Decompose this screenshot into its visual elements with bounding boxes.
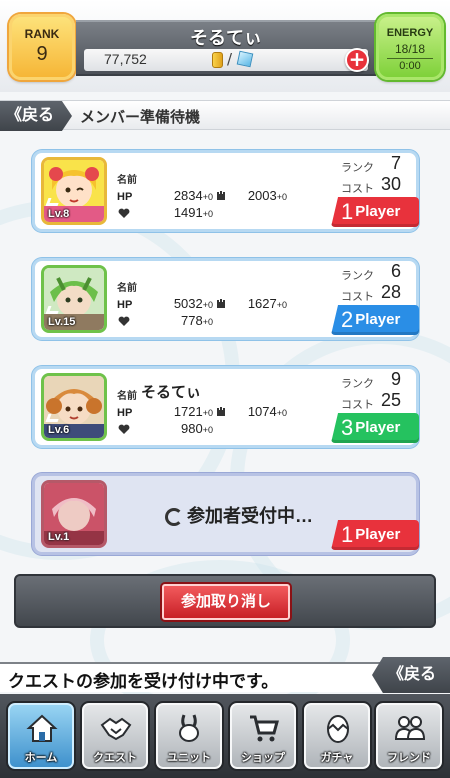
- loading-spinner-icon: [165, 508, 183, 526]
- energy-value: 18/18: [394, 42, 426, 56]
- rank-badge: RANK 9: [9, 14, 75, 80]
- rank-value: 6: [390, 261, 401, 281]
- cost-value: 30: [380, 174, 401, 194]
- energy-timer: 0:00: [387, 58, 433, 72]
- hp-label: HP: [117, 191, 133, 203]
- bottom-navigation: ホーム クエスト ユニット ショップ ガチャ フレンド: [0, 694, 450, 778]
- cost-label: コスト: [341, 291, 374, 303]
- cost-label: コスト: [341, 399, 374, 411]
- member-card-2[interactable]: Lv.15 名前 HP 5032+0 1627+0 778+0 ランク 6 コス…: [32, 258, 419, 340]
- gold-value: 77,752: [104, 51, 147, 67]
- waiting-slot-card: Lv.1 参加者受付中… 1 Player: [32, 473, 419, 555]
- handshake-icon: [100, 717, 132, 741]
- rabbit-icon: [179, 714, 199, 742]
- hp-value: 1721+0: [173, 404, 213, 419]
- title-bar: 《戻る メンバー準備待機: [0, 100, 450, 131]
- nav-friends[interactable]: フレンド: [374, 701, 444, 771]
- name-label: 名前: [117, 391, 137, 402]
- egg-icon: [327, 715, 349, 743]
- waiting-status-text: 参加者受付中…: [187, 506, 313, 526]
- speed-value: 778+0: [181, 313, 213, 328]
- name-label: 名前: [117, 283, 137, 294]
- nav-gacha[interactable]: ガチャ: [302, 701, 372, 771]
- back-button-bottom[interactable]: 《戻る: [372, 657, 450, 693]
- rank-label: RANK: [24, 27, 60, 41]
- hp-value: 5032+0: [173, 296, 213, 311]
- cart-icon: [250, 715, 279, 742]
- nav-label: ホーム: [24, 752, 58, 764]
- level-badge: Lv.6: [48, 424, 70, 436]
- page-title: メンバー準備待機: [80, 109, 201, 126]
- player-tag: 1 Player: [331, 520, 419, 550]
- avatar: Lv.6: [41, 373, 107, 441]
- cancel-panel: 参加取り消し: [14, 574, 436, 628]
- energy-label: ENERGY: [386, 27, 434, 39]
- avatar: Lv.8: [41, 157, 107, 225]
- attack-value: 1627+0: [247, 296, 287, 311]
- nav-label: フレンド: [387, 752, 431, 764]
- home-icon: [26, 714, 58, 742]
- heart-icon: [118, 208, 130, 218]
- top-status-bar: RANK 9 そるてぃ 77,752 / 1 + ENERGY 18/18 0:…: [0, 0, 450, 92]
- status-message: クエストの参加を受け付け中です。: [8, 672, 279, 691]
- nav-quest[interactable]: クエスト: [80, 701, 150, 771]
- back-button-top[interactable]: 《戻る: [0, 101, 72, 131]
- avatar: Lv.15: [41, 265, 107, 333]
- player-tag: 2 Player: [331, 305, 419, 335]
- attack-value: 1074+0: [247, 404, 287, 419]
- rank-label: ランク: [341, 378, 374, 390]
- speed-value: 1491+0: [173, 205, 213, 220]
- coin-icon: [212, 52, 223, 68]
- add-gems-button[interactable]: +: [345, 48, 369, 72]
- hp-label: HP: [117, 299, 133, 311]
- heart-icon: [118, 424, 130, 434]
- name-label: 名前: [117, 175, 137, 186]
- username: そるてぃ: [190, 28, 262, 48]
- cost-value: 28: [380, 282, 401, 302]
- rank-label: ランク: [341, 162, 374, 174]
- heart-icon: [118, 316, 130, 326]
- nav-label: ショップ: [241, 752, 285, 764]
- nav-home[interactable]: ホーム: [6, 701, 76, 771]
- cost-label: コスト: [341, 183, 374, 195]
- rank-value: 9: [36, 43, 48, 65]
- cost-value: 25: [380, 390, 401, 410]
- nav-label: ガチャ: [320, 752, 354, 764]
- currency-row: 77,752 / 1: [84, 49, 368, 71]
- user-info-bar: そるてぃ 77,752 / 1: [76, 20, 376, 76]
- attack-value: 2003+0: [247, 188, 287, 203]
- nav-label: ユニット: [167, 752, 211, 764]
- level-badge: Lv.8: [48, 208, 70, 220]
- nav-shop[interactable]: ショップ: [228, 701, 298, 771]
- hp-value: 2834+0: [173, 188, 213, 203]
- nav-unit[interactable]: ユニット: [154, 701, 224, 771]
- rank-value: 7: [390, 153, 401, 173]
- energy-badge: ENERGY 18/18 0:00: [376, 14, 444, 80]
- friends-icon: [394, 716, 426, 740]
- cancel-participation-button[interactable]: 参加取り消し: [162, 584, 290, 620]
- member-card-3[interactable]: Lv.6 名前 そるてぃ HP 1721+0 1074+0 980+0 ランク …: [32, 366, 419, 448]
- player-tag: 3 Player: [331, 413, 419, 443]
- currency-separator: /: [227, 50, 233, 68]
- speed-value: 980+0: [181, 421, 213, 436]
- hp-label: HP: [117, 407, 133, 419]
- level-badge: Lv.1: [48, 531, 70, 543]
- avatar: Lv.1: [41, 480, 107, 548]
- level-badge: Lv.15: [48, 316, 76, 328]
- rank-label: ランク: [341, 270, 374, 282]
- nav-label: クエスト: [93, 752, 137, 764]
- gem-icon: [236, 50, 254, 68]
- member-name: そるてぃ: [141, 384, 202, 401]
- player-tag: 1 Player: [331, 197, 419, 227]
- rank-value: 9: [390, 369, 401, 389]
- member-card-1[interactable]: Lv.8 名前 HP 2834+0 2003+0 1491+0 ランク 7 コス…: [32, 150, 419, 232]
